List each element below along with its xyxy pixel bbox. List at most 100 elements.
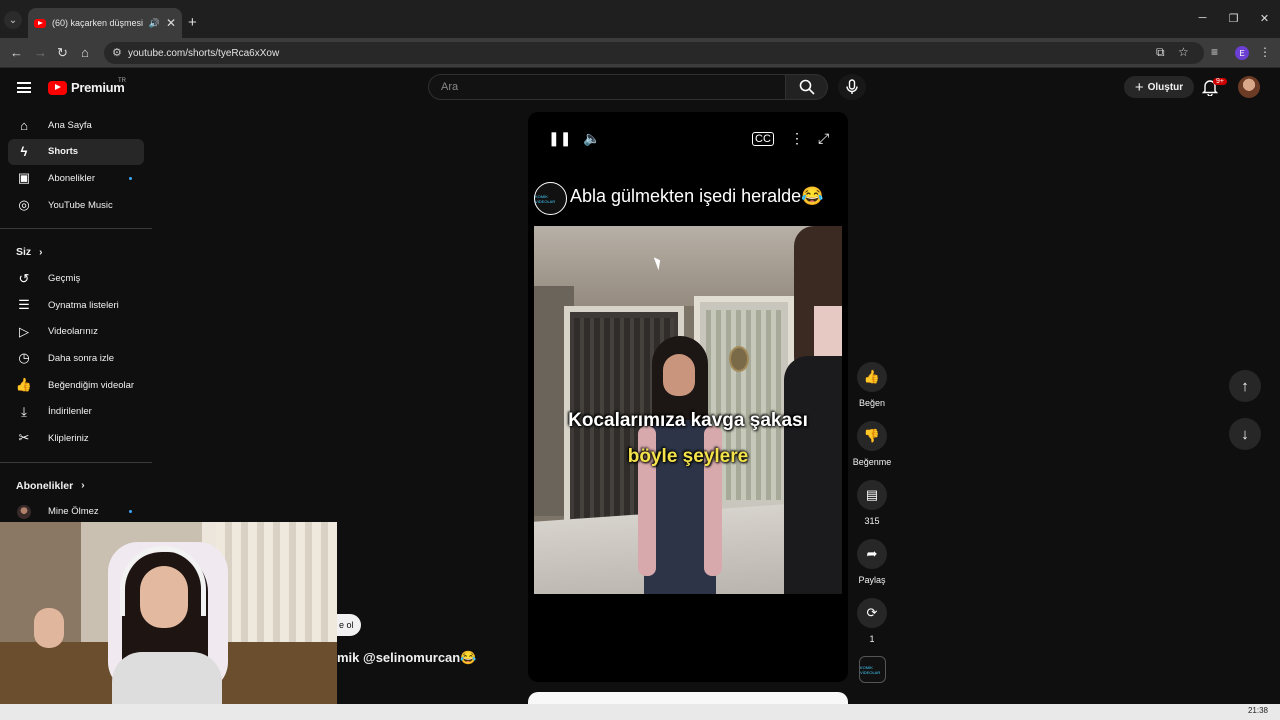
- sidebar-item-home[interactable]: ⌂ Ana Sayfa: [0, 112, 144, 139]
- next-short-button[interactable]: ↓: [1229, 418, 1261, 450]
- sidebar-you-heading[interactable]: Siz ›: [0, 239, 152, 265]
- new-tab-button[interactable]: +: [188, 14, 197, 31]
- system-clock: 21:38: [1247, 706, 1268, 715]
- media-controls-icon[interactable]: ≡: [1211, 45, 1218, 59]
- plus-icon: +: [1134, 78, 1144, 96]
- remix-action[interactable]: ⟳ 1: [850, 598, 894, 644]
- sidebar-item-watch-later[interactable]: ◷ Daha sonra izle: [0, 345, 144, 372]
- sidebar-item-your-videos[interactable]: ▷ Videolarınız: [0, 319, 144, 346]
- sidebar-item-liked-videos[interactable]: 👍 Beğendiğim videolar: [0, 372, 144, 399]
- sidebar-item-playlists[interactable]: ☰ Oynatma listeleri: [0, 292, 144, 319]
- tab-title: (60) kaçarken düşmesi ayrı: [52, 18, 143, 28]
- close-window-button[interactable]: ✕: [1249, 12, 1280, 25]
- tab-close-icon[interactable]: ✕: [166, 16, 176, 30]
- dislike-label: Beğenme: [852, 457, 892, 467]
- scene-wall-clock: [729, 346, 749, 372]
- sidebar-item-music[interactable]: ◎ YouTube Music: [0, 192, 144, 219]
- share-action[interactable]: ➦ Paylaş: [850, 539, 894, 585]
- captions-icon[interactable]: CC: [752, 132, 774, 146]
- sidebar-item-label: Geçmiş: [48, 273, 81, 285]
- download-icon: ⤓: [21, 403, 27, 419]
- webcam-overlay: [0, 522, 337, 720]
- sidebar-item-label: Videolarınız: [48, 326, 98, 338]
- sidebar-item-label: Abonelikler: [48, 172, 95, 184]
- sidebar-subscriptions-heading[interactable]: Abonelikler ›: [0, 473, 152, 499]
- arrow-up-icon: ↑: [1241, 377, 1249, 395]
- cast-icon[interactable]: ⧉: [1156, 45, 1165, 60]
- subscriptions-icon: ▣: [17, 170, 31, 186]
- channel-avatar: [16, 504, 32, 520]
- sidebar: ⌂ Ana Sayfa ϟ Shorts ▣ Abonelikler ◎ You…: [0, 112, 152, 525]
- remix-count: 1: [869, 634, 875, 644]
- thumb-up-icon: 👍: [15, 377, 33, 393]
- search-input[interactable]: Ara: [428, 74, 786, 100]
- remix-icon[interactable]: ⟳: [857, 598, 887, 628]
- like-action[interactable]: 👍 Beğen: [850, 362, 894, 408]
- pause-icon[interactable]: ❚❚: [548, 130, 571, 147]
- sound-channel-thumbnail[interactable]: KOMİK VİDEOLAR: [859, 656, 886, 683]
- music-icon: ◎: [18, 197, 30, 213]
- shorts-icon: ϟ: [20, 144, 28, 160]
- previous-short-button[interactable]: ↑: [1229, 370, 1261, 402]
- tab-audio-icon[interactable]: 🔊: [149, 18, 160, 29]
- subscribe-button-partial[interactable]: e ol: [337, 614, 361, 636]
- clock-icon: ◷: [18, 350, 30, 366]
- minimize-button[interactable]: ─: [1187, 12, 1218, 25]
- sidebar-item-clips[interactable]: ✂ Klipleriniz: [0, 425, 144, 452]
- share-icon[interactable]: ➦: [857, 539, 887, 569]
- bookmark-star-icon[interactable]: ☆: [1178, 45, 1189, 59]
- search-button[interactable]: [786, 74, 828, 100]
- menu-icon[interactable]: [17, 82, 31, 93]
- comments-action[interactable]: ▤ 315: [850, 480, 894, 526]
- sidebar-item-label: Daha sonra izle: [48, 352, 115, 364]
- sidebar-item-label: Klipleriniz: [48, 432, 89, 444]
- browser-menu-icon[interactable]: ⋮: [1259, 45, 1271, 59]
- sidebar-item-subscriptions[interactable]: ▣ Abonelikler: [0, 165, 144, 192]
- sidebar-item-label: Oynatma listeleri: [48, 299, 119, 311]
- home-browser-icon[interactable]: ⌂: [81, 45, 89, 60]
- forward-icon[interactable]: →: [34, 45, 47, 60]
- dislike-action[interactable]: 👎 Beğenme: [850, 421, 894, 467]
- new-content-dot: [129, 510, 132, 514]
- thumb-down-icon[interactable]: 👎: [857, 421, 887, 451]
- back-icon[interactable]: ←: [10, 45, 23, 60]
- mic-icon: [846, 79, 858, 94]
- chevron-right-icon: ›: [39, 246, 43, 258]
- browser-tab[interactable]: (60) kaçarken düşmesi ayrı 🔊 ✕: [28, 8, 182, 38]
- channel-logo[interactable]: KOMİK VİDEOLAR: [534, 182, 567, 215]
- maximize-button[interactable]: ❐: [1218, 12, 1249, 25]
- create-label: Oluştur: [1147, 81, 1184, 93]
- description-text-partial: mik @selinomurcan😂: [337, 650, 477, 665]
- voice-search-button[interactable]: [838, 74, 866, 100]
- sound-thumb-text: KOMİK VİDEOLAR: [860, 664, 881, 675]
- channel-logo-text: KOMİK VİDEOLAR: [535, 193, 556, 204]
- sidebar-item-label: Shorts: [48, 146, 79, 158]
- reload-icon[interactable]: ↻: [57, 45, 68, 61]
- search-icon: [799, 79, 815, 95]
- sidebar-item-history[interactable]: ↺ Geçmiş: [0, 265, 144, 292]
- new-content-dot: [129, 176, 132, 180]
- country-code: TR: [118, 78, 126, 84]
- sidebar-item-downloads[interactable]: ⤓ İndirilenler: [0, 398, 144, 425]
- fullscreen-icon[interactable]: ⤢: [818, 130, 829, 147]
- video-frame[interactable]: Kocalarımıza kavga şakası böyle şeylere: [534, 226, 842, 594]
- sidebar-item-label: Ana Sayfa: [48, 119, 92, 131]
- sidebar-item-shorts[interactable]: ϟ Shorts: [8, 138, 144, 166]
- arrow-down-icon: ↓: [1241, 425, 1249, 443]
- more-options-icon[interactable]: ⋮: [790, 130, 804, 147]
- browser-profile-avatar[interactable]: E: [1235, 46, 1249, 60]
- shorts-player[interactable]: ❚❚ 🔈 CC ⋮ ⤢ KOMİK VİDEOLAR Abla gülmekte…: [528, 112, 848, 682]
- comment-icon[interactable]: ▤: [857, 480, 887, 510]
- youtube-logo[interactable]: Premium: [48, 80, 125, 95]
- site-info-icon[interactable]: ⚙: [112, 46, 122, 59]
- volume-icon[interactable]: 🔈: [583, 130, 600, 147]
- section-heading: Abonelikler: [16, 479, 74, 492]
- thumb-up-icon[interactable]: 👍: [857, 362, 887, 392]
- create-button[interactable]: + Oluştur: [1124, 76, 1194, 98]
- comments-count: 315: [864, 516, 880, 526]
- tab-search-button[interactable]: ⌄: [4, 11, 22, 29]
- youtube-play-logo-icon: [48, 80, 67, 95]
- window-controls: ─ ❐ ✕: [1187, 12, 1280, 25]
- account-avatar[interactable]: [1238, 76, 1260, 98]
- url-field[interactable]: ⚙ youtube.com/shorts/tyeRca6xXow: [104, 42, 1204, 64]
